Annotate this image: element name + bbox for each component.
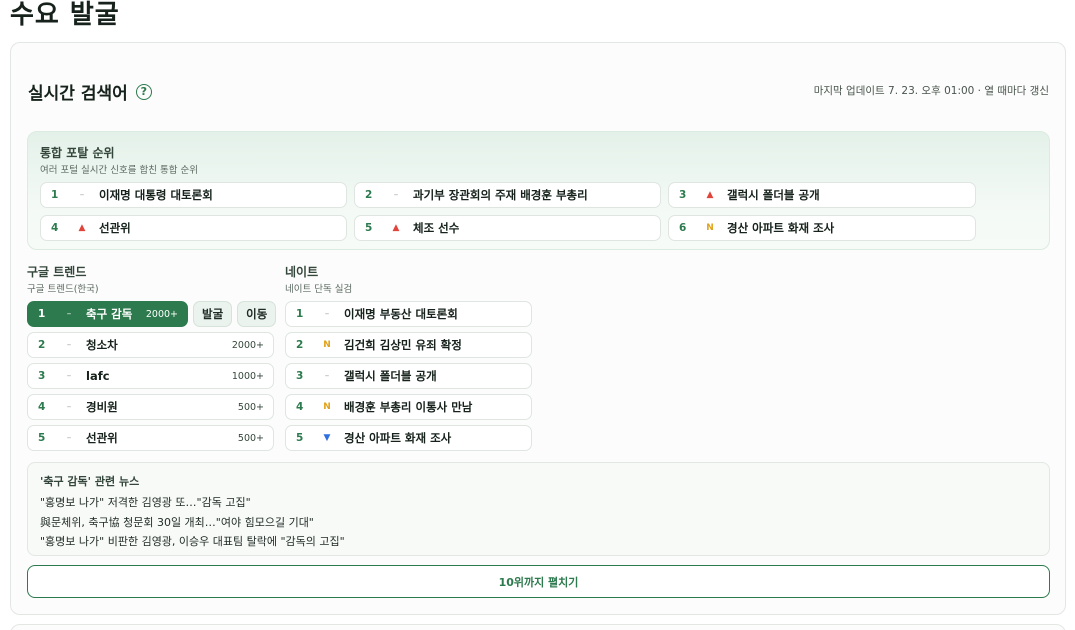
rank-number: 3 xyxy=(296,370,304,382)
portal-rank-item[interactable]: 6 N 경산 아파트 화재 조사 xyxy=(668,215,976,241)
keyword-text: 체조 선수 xyxy=(413,221,460,235)
news-link[interactable]: "홍명보 나가" 비판한 김영광, 이승우 대표팀 탈락에 "감독의 고집" xyxy=(40,532,1037,552)
nate-item[interactable]: 5 ▼ 경산 아파트 화재 조사 xyxy=(285,425,532,451)
nate-subtitle: 네이트 단독 실검 xyxy=(285,284,353,295)
section-title: 실시간 검색어 ? xyxy=(28,79,152,104)
keyword-text: 과기부 장관회의 주재 배경훈 부총리 xyxy=(413,188,588,202)
page-title: 수요 발굴 xyxy=(10,0,120,30)
rank-number: 1 xyxy=(38,308,46,320)
expand-top10-button[interactable]: 10위까지 펼치기 xyxy=(27,565,1050,598)
keyword-text: 김건희 김상민 유죄 확정 xyxy=(344,338,462,352)
rank-number: 5 xyxy=(296,432,304,444)
keyword-text: 축구 감독 xyxy=(86,307,133,321)
trend-new-icon: N xyxy=(323,340,331,350)
trend-same-icon: – xyxy=(66,433,72,443)
related-news-title: '축구 감독' 관련 뉴스 xyxy=(40,475,140,488)
google-trend-row-selected: 1 – 축구 감독 2000+ 발굴 이동 xyxy=(27,301,277,327)
rank-number: 1 xyxy=(296,308,304,320)
portal-ranking-grid: 1 – 이재명 대통령 대토론회 2 – 과기부 장관회의 주재 배경훈 부총리… xyxy=(40,182,976,241)
portal-rank-item[interactable]: 5 ▲ 체조 선수 xyxy=(354,215,661,241)
nate-list: 1 – 이재명 부동산 대토론회 2 N 김건희 김상민 유죄 확정 3 – 갤… xyxy=(285,301,532,451)
rank-number: 2 xyxy=(365,189,373,201)
nate-item[interactable]: 3 – 갤럭시 폴더블 공개 xyxy=(285,363,532,389)
portal-rank-item[interactable]: 4 ▲ 선관위 xyxy=(40,215,347,241)
trend-same-icon: – xyxy=(66,402,72,412)
keyword-text: 경산 아파트 화재 조사 xyxy=(344,431,452,445)
google-trend-item[interactable]: 2 – 청소차 2000+ xyxy=(27,332,274,358)
search-count: 2000+ xyxy=(231,339,264,351)
google-trends-list: 1 – 축구 감독 2000+ 발굴 이동 2 – 청소차 2000+ 3 – … xyxy=(27,301,277,451)
trend-same-icon: – xyxy=(66,371,72,381)
next-section-card xyxy=(10,624,1066,630)
trend-same-icon: – xyxy=(66,309,72,319)
search-count: 2000+ xyxy=(145,308,178,320)
portal-ranking-title: 통합 포탈 순위 xyxy=(40,146,115,160)
google-trends-subtitle: 구글 트렌드(한국) xyxy=(27,284,99,295)
keyword-text: 배경훈 부총리 이통사 만남 xyxy=(344,400,473,414)
portal-ranking-subtitle: 여러 포털 실시간 신호를 합친 통합 순위 xyxy=(40,165,198,176)
google-trend-item[interactable]: 4 – 경비원 500+ xyxy=(27,394,274,420)
keyword-text: 이재명 대통령 대토론회 xyxy=(99,188,213,202)
portal-rank-item[interactable]: 3 ▲ 갤럭시 폴더블 공개 xyxy=(668,182,976,208)
google-trend-item[interactable]: 3 – lafc 1000+ xyxy=(27,363,274,389)
keyword-text: 갤럭시 폴더블 공개 xyxy=(727,188,820,202)
section-title-text: 실시간 검색어 xyxy=(28,84,128,104)
last-update-text: 마지막 업데이트 7. 23. 오후 01:00 · 열 때마다 갱신 xyxy=(813,85,1049,97)
rank-number: 4 xyxy=(296,401,304,413)
rank-number: 3 xyxy=(38,370,46,382)
news-link[interactable]: "홍명보 나가" 저격한 김영광 또…"감독 고집" xyxy=(40,493,1037,513)
move-button[interactable]: 이동 xyxy=(237,301,277,327)
nate-item[interactable]: 2 N 김건희 김상민 유죄 확정 xyxy=(285,332,532,358)
rank-number: 6 xyxy=(679,222,687,234)
realtime-search-card: 실시간 검색어 ? 마지막 업데이트 7. 23. 오후 01:00 · 열 때… xyxy=(10,42,1066,615)
trend-up-icon: ▲ xyxy=(78,223,86,233)
portal-ranking-box: 통합 포탈 순위 여러 포털 실시간 신호를 합친 통합 순위 1 – 이재명 … xyxy=(27,131,1050,250)
rank-number: 2 xyxy=(296,339,304,351)
trend-same-icon: – xyxy=(324,371,330,381)
keyword-text: 청소차 xyxy=(86,338,118,352)
trend-new-icon: N xyxy=(323,402,331,412)
search-count: 500+ xyxy=(237,401,264,413)
discover-button[interactable]: 발굴 xyxy=(193,301,233,327)
related-news-box: '축구 감독' 관련 뉴스 "홍명보 나가" 저격한 김영광 또…"감독 고집"… xyxy=(27,462,1050,556)
trend-new-icon: N xyxy=(706,223,714,233)
trend-down-icon: ▼ xyxy=(323,433,331,443)
nate-item[interactable]: 4 N 배경훈 부총리 이통사 만남 xyxy=(285,394,532,420)
help-icon[interactable]: ? xyxy=(135,83,152,100)
trend-up-icon: ▲ xyxy=(392,223,400,233)
search-count: 500+ xyxy=(237,432,264,444)
rank-number: 3 xyxy=(679,189,687,201)
keyword-text: 경산 아파트 화재 조사 xyxy=(727,221,835,235)
nate-title: 네이트 xyxy=(285,265,319,279)
keyword-text: 경비원 xyxy=(86,400,118,414)
rank-number: 4 xyxy=(51,222,59,234)
rank-number: 2 xyxy=(38,339,46,351)
keyword-text: 갤럭시 폴더블 공개 xyxy=(344,369,437,383)
nate-item[interactable]: 1 – 이재명 부동산 대토론회 xyxy=(285,301,532,327)
trend-same-icon: – xyxy=(324,309,330,319)
rank-number: 4 xyxy=(38,401,46,413)
trend-same-icon: – xyxy=(393,190,399,200)
trend-same-icon: – xyxy=(66,340,72,350)
keyword-text: lafc xyxy=(86,369,110,383)
rank-number: 5 xyxy=(38,432,46,444)
search-count: 1000+ xyxy=(231,370,264,382)
portal-rank-item[interactable]: 1 – 이재명 대통령 대토론회 xyxy=(40,182,347,208)
google-trend-item-selected[interactable]: 1 – 축구 감독 2000+ xyxy=(27,301,188,327)
trend-up-icon: ▲ xyxy=(706,190,714,200)
keyword-text: 선관위 xyxy=(99,221,131,235)
trend-same-icon: – xyxy=(79,190,85,200)
news-link[interactable]: 與문체위, 축구協 청문회 30일 개최…"여야 힘모으길 기대" xyxy=(40,513,1037,533)
google-trend-item[interactable]: 5 – 선관위 500+ xyxy=(27,425,274,451)
rank-number: 5 xyxy=(365,222,373,234)
portal-rank-item[interactable]: 2 – 과기부 장관회의 주재 배경훈 부총리 xyxy=(354,182,661,208)
google-trends-title: 구글 트렌드 xyxy=(27,265,87,279)
keyword-text: 이재명 부동산 대토론회 xyxy=(344,307,458,321)
keyword-text: 선관위 xyxy=(86,431,118,445)
rank-number: 1 xyxy=(51,189,59,201)
